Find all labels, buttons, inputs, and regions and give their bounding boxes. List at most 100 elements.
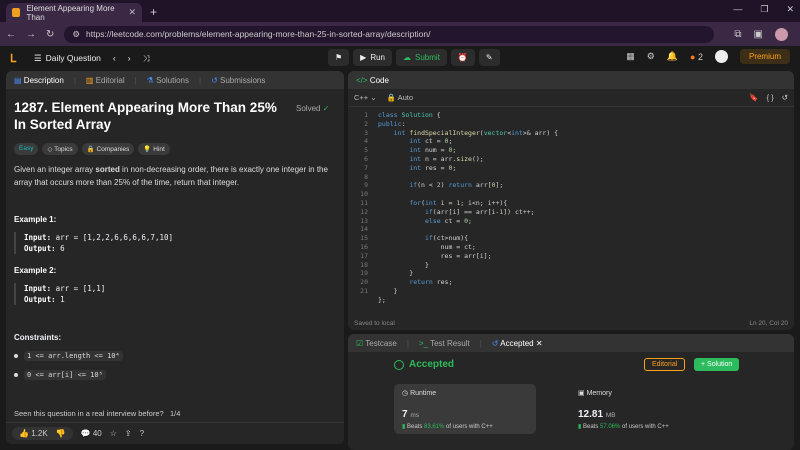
prev-problem-icon[interactable]: ‹ — [113, 53, 116, 63]
constraint-1: 1 <= arr.length <= 10⁴ — [24, 351, 123, 361]
tab-test-result[interactable]: >_ Test Result — [419, 339, 470, 348]
new-tab-icon[interactable]: + — [150, 5, 157, 19]
like-count: 1.2K — [31, 429, 48, 438]
hint-label: Hint — [153, 146, 165, 153]
forward-icon[interactable]: → — [26, 29, 36, 40]
address-bar: ← → ↻ ⚙ https://leetcode.com/problems/el… — [0, 22, 800, 46]
tab-description-label: Description — [23, 75, 64, 85]
solution-button[interactable]: + Solution — [694, 358, 740, 371]
chevron-down-icon: ⌄ — [370, 93, 377, 102]
checkbox-icon: ☑ — [356, 338, 364, 348]
line-numbers: 1 2 3 4 5 6 7 8 9 10 11 12 13 14 15 16 17 18 19 20 21 — [360, 111, 368, 295]
close-tab-icon[interactable]: ✕ — [128, 7, 136, 18]
leetcode-navbar: ᒪ ☰ Daily Question ‹ › ⤨ ⚑ ▶ Run ☁ Submit ⏰… — [0, 46, 800, 70]
editorial-label: Editorial — [652, 361, 678, 368]
runtime-unit: ms — [410, 412, 420, 419]
tab-accepted-label: Accepted — [500, 338, 534, 348]
lock-icon: 🔒 — [386, 93, 396, 102]
maximize-icon[interactable]: ❐ — [760, 4, 768, 15]
chart-icon: ▮ — [402, 424, 406, 430]
user-avatar[interactable] — [714, 50, 728, 63]
favorite-button[interactable]: ☆ — [110, 429, 117, 438]
editorial-button[interactable]: Editorial — [644, 358, 686, 371]
notifications-icon[interactable]: 🔔 — [667, 51, 678, 62]
close-icon[interactable]: ✕ — [536, 339, 543, 348]
premium-button[interactable]: Premium — [739, 49, 790, 64]
result-tabs: ☑ Testcase | >_ Test Result | ↺ Accepted… — [348, 334, 794, 352]
runtime-beats: ▮ Beats 83.61% of users with C++ — [402, 423, 528, 430]
fire-icon: ● — [690, 51, 696, 62]
submit-label: Submit — [415, 53, 440, 62]
runtime-card[interactable]: ◷ Runtime 7 ms ▮ Beats 83.61% of users w… — [394, 384, 536, 434]
daily-question-label: Daily Question — [45, 53, 101, 63]
reload-icon[interactable]: ↻ — [46, 29, 54, 40]
companies-label: Companies — [96, 146, 130, 153]
format-icon[interactable]: { } — [767, 93, 774, 102]
site-info-icon[interactable]: ⚙ — [72, 29, 80, 40]
hint-tag[interactable]: 💡 Hint — [138, 143, 170, 155]
memory-beats-suffix: of users with C++ — [622, 424, 669, 430]
play-icon: ▶ — [360, 53, 367, 62]
debug-button[interactable]: ⚑ — [328, 49, 350, 66]
description-bold: sorted — [95, 165, 120, 174]
back-icon[interactable]: ← — [6, 29, 16, 40]
tab-testcase-label: Testcase — [365, 338, 397, 348]
example1-box: Input: arr = [1,2,2,6,6,6,6,7,10] Output… — [14, 232, 336, 254]
notes-button[interactable]: ✎ — [478, 49, 500, 66]
leetcode-favicon-icon — [12, 8, 21, 17]
example2-heading: Example 2: — [14, 266, 57, 275]
problem-list-button[interactable]: ☰ Daily Question — [34, 53, 101, 64]
tab-solutions[interactable]: ⚗ Solutions — [147, 76, 189, 85]
solution-label: + Solution — [701, 361, 733, 368]
run-button[interactable]: ▶ Run — [353, 49, 393, 66]
comments-button[interactable]: 💬 40 — [81, 429, 102, 438]
tab-submissions[interactable]: ↺ Submissions — [211, 76, 265, 85]
extensions-icon[interactable]: ⧉ — [734, 29, 741, 40]
topics-tag[interactable]: ◇ Topics — [42, 143, 78, 155]
share-icon: ⇪ — [124, 429, 132, 438]
layout-icon[interactable]: ▦ — [626, 51, 635, 62]
auto-mode-toggle[interactable]: 🔒 Auto — [387, 93, 413, 102]
shuffle-icon[interactable]: ⤨ — [143, 53, 150, 64]
help-button[interactable]: ? — [140, 429, 144, 438]
source-code[interactable]: class Solution { public: int findSpecial… — [374, 111, 558, 305]
runtime-beats-suffix: of users with C++ — [446, 424, 493, 430]
example2-box: Input: arr = [1,1] Output: 1 — [14, 283, 336, 305]
like-button[interactable]: 👍 1.2K — [19, 429, 48, 438]
tab-description[interactable]: ▤ Description — [14, 76, 64, 85]
next-problem-icon[interactable]: › — [128, 53, 131, 63]
profile-avatar[interactable] — [774, 27, 788, 41]
book-icon: ▥ — [85, 75, 94, 85]
runtime-heading: ◷ Runtime — [402, 389, 528, 397]
code-editor[interactable]: 1 2 3 4 5 6 7 8 9 10 11 12 13 14 15 16 17 18 19 20 21 class … — [348, 107, 794, 305]
settings-icon[interactable]: ⚙ — [647, 51, 655, 62]
submit-button[interactable]: ☁ Submit — [396, 49, 447, 66]
reset-icon[interactable]: ↺ — [782, 93, 788, 102]
dislike-button[interactable]: 👎 — [56, 429, 66, 438]
sidebar-icon[interactable]: ▣ — [754, 29, 763, 40]
streak-counter[interactable]: ● 2 — [690, 52, 703, 62]
tab-editorial[interactable]: ▥ Editorial — [86, 76, 125, 85]
thumbs-down-icon: 👎 — [55, 429, 66, 438]
close-window-icon[interactable]: ✕ — [786, 4, 794, 15]
tab-accepted[interactable]: ↺ Accepted ✕ — [492, 339, 543, 348]
companies-tag[interactable]: 🔒 Companies — [81, 143, 135, 155]
minimize-icon[interactable]: — — [733, 4, 742, 15]
question-icon: ? — [139, 429, 145, 438]
streak-count: 2 — [697, 51, 703, 62]
url-text: https://leetcode.com/problems/element-ap… — [86, 29, 431, 39]
bullet-icon — [14, 373, 18, 377]
memory-card[interactable]: ▣ Memory 12.81 MB ▮ Beats 57.06% of user… — [570, 384, 712, 434]
timer-button[interactable]: ⏰ — [450, 49, 475, 66]
list-icon: ☰ — [34, 52, 42, 63]
bookmark-icon[interactable]: 🔖 — [749, 93, 758, 102]
share-button[interactable]: ⇪ — [125, 429, 132, 438]
url-field[interactable]: ⚙ https://leetcode.com/problems/element-… — [64, 25, 715, 43]
memory-beats: ▮ Beats 57.06% of users with C++ — [578, 423, 704, 430]
browser-tab[interactable]: Element Appearing More Than ✕ — [6, 3, 142, 22]
bullet-icon — [14, 354, 18, 358]
language-select[interactable]: C++ ⌄ — [354, 93, 377, 102]
tab-solutions-label: Solutions — [156, 75, 189, 85]
leetcode-logo-icon[interactable]: ᒪ — [10, 52, 22, 65]
tab-testcase[interactable]: ☑ Testcase — [356, 339, 397, 348]
